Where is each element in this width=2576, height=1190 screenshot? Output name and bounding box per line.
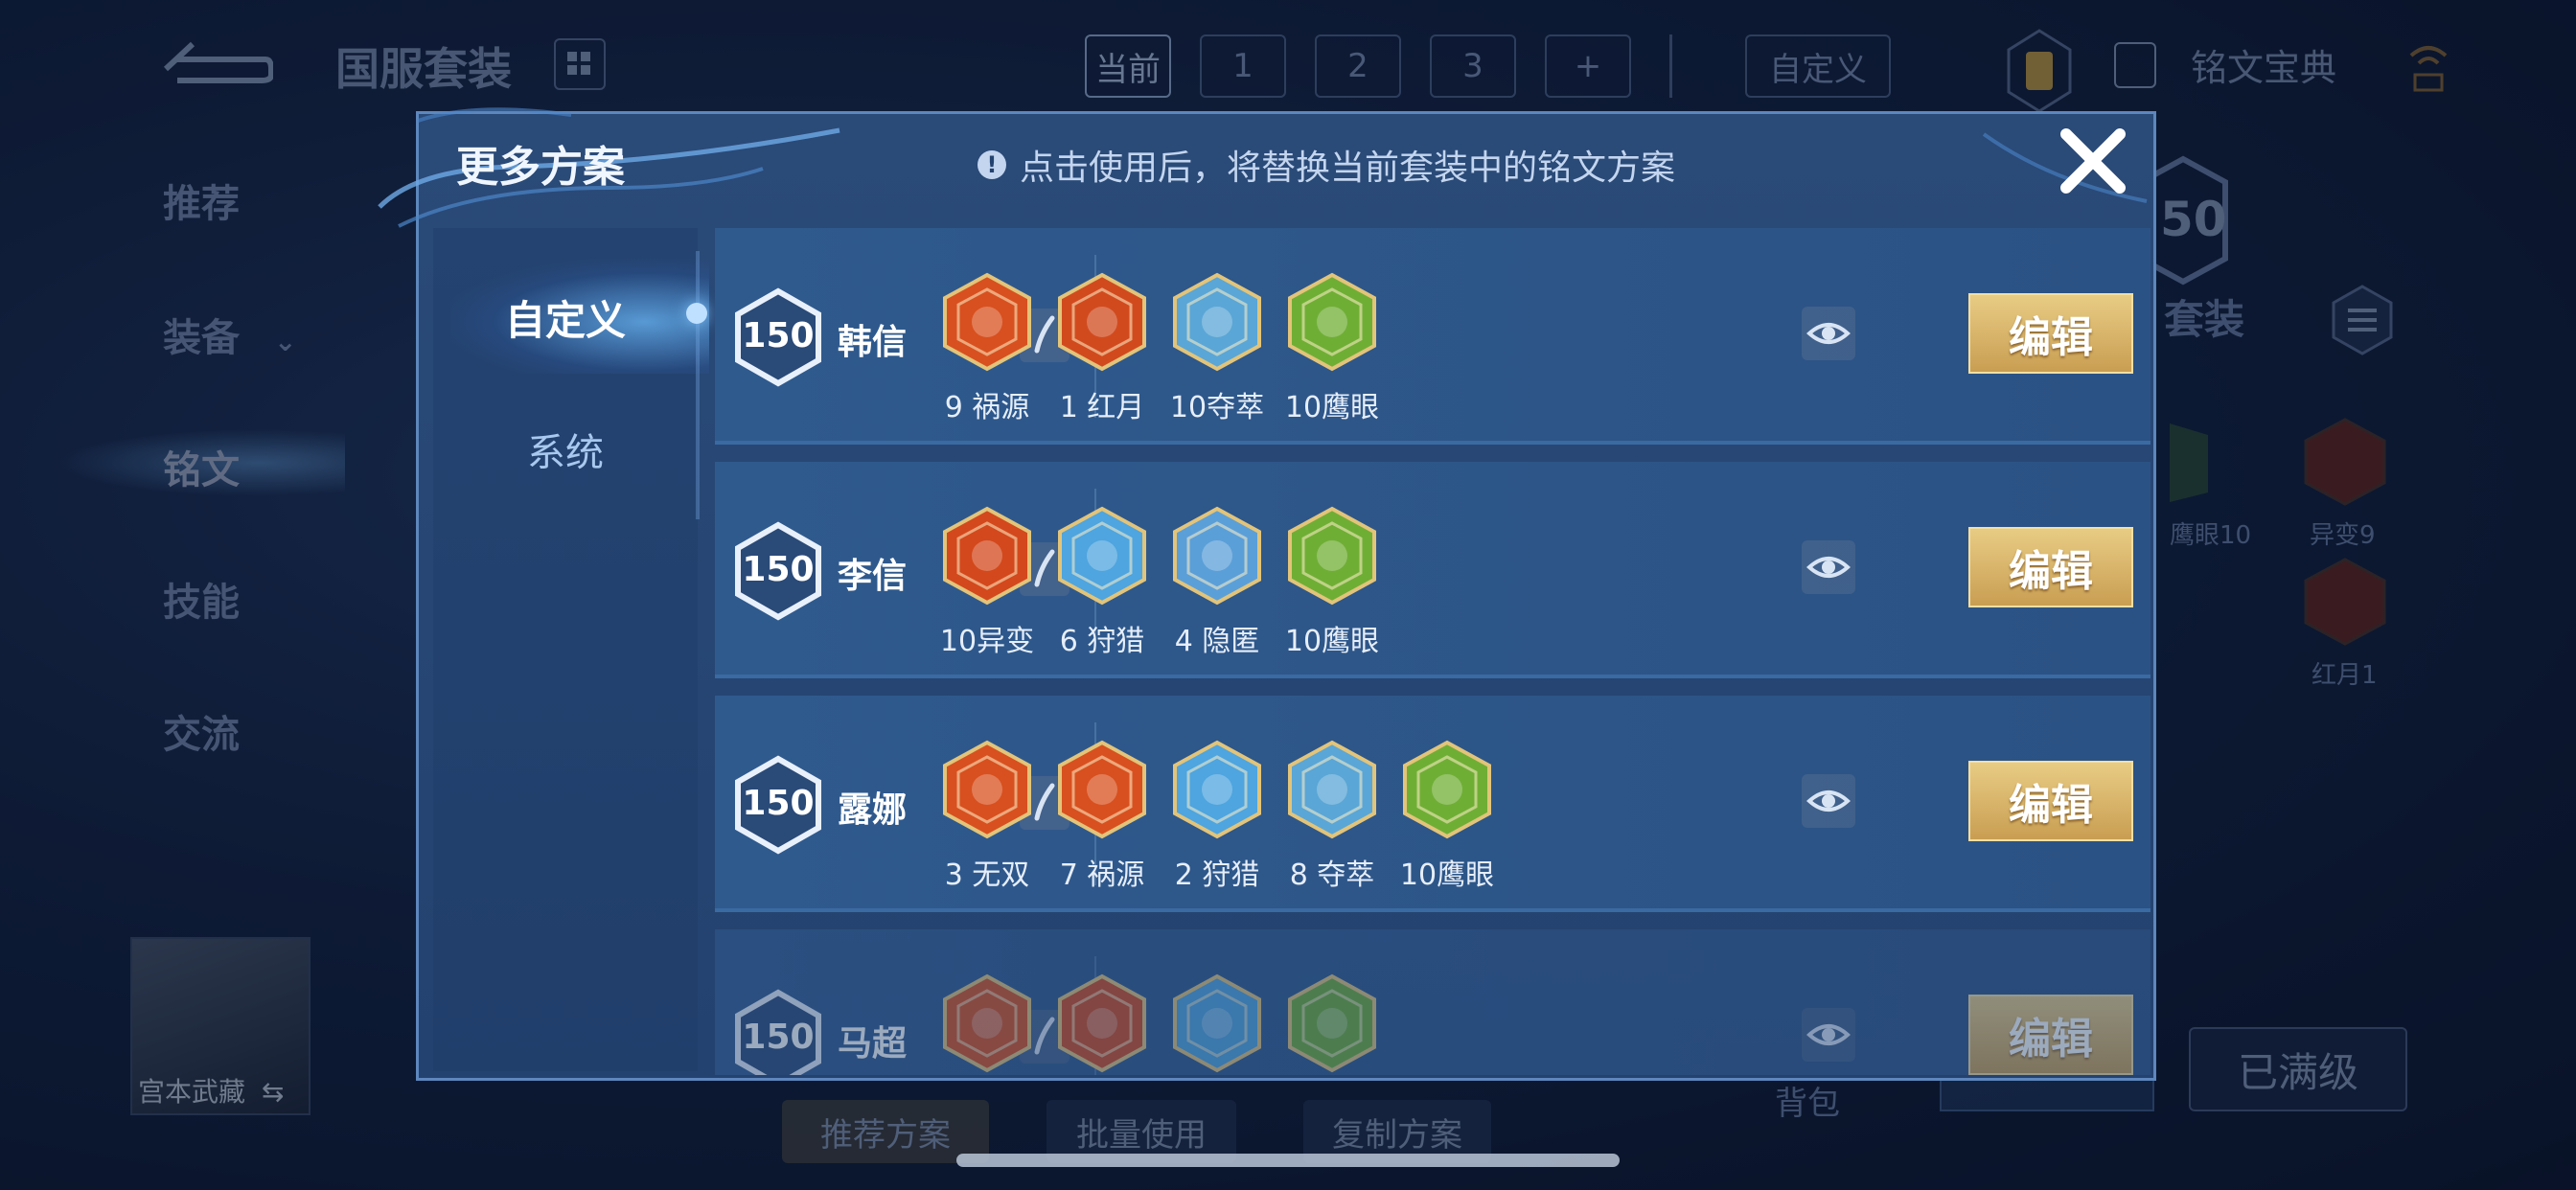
rune-icon[interactable] — [1171, 973, 1263, 1073]
rune-icon[interactable] — [1286, 973, 1378, 1073]
tab-custom[interactable]: 自定义 — [433, 274, 698, 360]
plan-row[interactable]: 150 露娜 3 无双 7 祸源 2 狩猎 8 夺萃 10鹰眼 编辑 — [715, 696, 2150, 912]
preview-eye-icon[interactable] — [1802, 1008, 1855, 1062]
notice-text: ! 点击使用后，将替换当前套装中的铭文方案 — [978, 140, 1675, 190]
preview-eye-icon[interactable] — [1802, 774, 1855, 828]
edit-button[interactable]: 编辑 — [1968, 995, 2133, 1075]
rune-icon[interactable] — [941, 973, 1033, 1073]
rune-count-label: 9 祸源 — [944, 391, 1030, 424]
tab-system[interactable]: 系统 — [433, 406, 698, 492]
rune-icon[interactable] — [1286, 272, 1378, 372]
plan-hero-name: 露娜 — [838, 790, 908, 830]
rune-icon[interactable] — [1171, 506, 1263, 606]
plan-hero-name: 李信 — [838, 557, 908, 596]
rune-icon[interactable] — [941, 506, 1033, 606]
rune-icon[interactable] — [1056, 272, 1148, 372]
rune-count-label: 10鹰眼 — [1284, 625, 1380, 658]
plan-row[interactable]: 150 韩信 9 祸源 1 红月 10夺萃 10鹰眼 编辑 — [715, 228, 2150, 445]
close-icon[interactable] — [2051, 119, 2135, 203]
rune-icon[interactable] — [1286, 506, 1378, 606]
preview-eye-icon[interactable] — [1802, 540, 1855, 594]
plan-level: 150 — [742, 550, 815, 589]
notice-label: 点击使用后，将替换当前套装中的铭文方案 — [1020, 149, 1676, 188]
edit-button[interactable]: 编辑 — [1968, 293, 2133, 374]
dialog-title: 更多方案 — [456, 143, 625, 192]
plan-level: 150 — [742, 784, 815, 823]
rune-icon[interactable] — [1171, 272, 1263, 372]
info-icon: ! — [978, 150, 1006, 179]
rune-icon[interactable] — [1056, 973, 1148, 1073]
rune-count-label: 6 狩猎 — [1059, 625, 1145, 658]
rune-icon[interactable] — [1171, 740, 1263, 839]
rune-icon[interactable] — [941, 272, 1033, 372]
plan-level: 150 — [742, 316, 815, 355]
rune-icon[interactable] — [941, 740, 1033, 839]
rune-icon[interactable] — [1286, 740, 1378, 839]
plan-row[interactable]: 150 李信 10异变 6 狩猎 4 隐匿 10鹰眼 编辑 — [715, 462, 2150, 678]
home-indicator[interactable] — [956, 1154, 1620, 1167]
rune-count-label: 7 祸源 — [1059, 858, 1145, 892]
plan-hero-name: 马超 — [838, 1024, 908, 1064]
rune-count-label: 4 隐匿 — [1174, 625, 1260, 658]
edit-button[interactable]: 编辑 — [1968, 527, 2133, 607]
preview-eye-icon[interactable] — [1802, 307, 1855, 360]
rune-count-label: 3 无双 — [944, 858, 1030, 892]
plan-row[interactable]: 150 马超 编辑 — [715, 929, 2150, 1075]
plan-level: 150 — [742, 1018, 815, 1057]
rune-count-label: 10鹰眼 — [1284, 391, 1380, 424]
rune-count-label: 10夺萃 — [1169, 391, 1265, 424]
rune-icon[interactable] — [1056, 740, 1148, 839]
edit-button[interactable]: 编辑 — [1968, 761, 2133, 841]
rune-count-label: 1 红月 — [1059, 391, 1145, 424]
plan-hero-name: 韩信 — [838, 323, 908, 362]
plan-list[interactable]: 150 韩信 9 祸源 1 红月 10夺萃 10鹰眼 编辑 150 李信 10异变 6 狩猎 4 隐匿… — [715, 228, 2150, 1075]
rune-count-label: 2 狩猎 — [1174, 858, 1260, 892]
rune-count-label: 8 夺萃 — [1289, 858, 1375, 892]
rune-icon[interactable] — [1401, 740, 1493, 839]
rune-count-label: 10鹰眼 — [1399, 858, 1495, 892]
rune-icon[interactable] — [1056, 506, 1148, 606]
rune-count-label: 10异变 — [939, 625, 1035, 658]
